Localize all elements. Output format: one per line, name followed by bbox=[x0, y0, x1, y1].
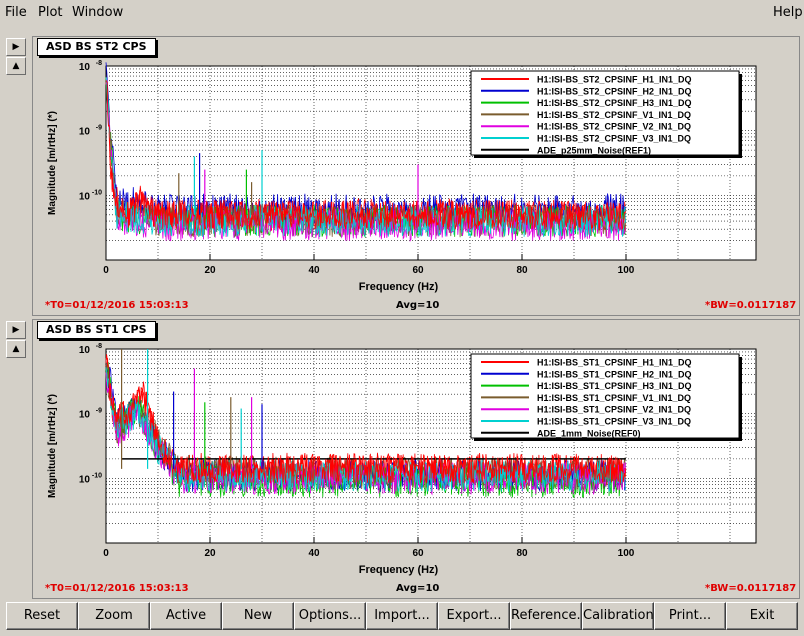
button-bar: Reset Zoom Active New Options... Import... Exp… bbox=[0, 602, 804, 632]
exit-button[interactable]: Exit bbox=[726, 602, 798, 630]
y-tick-label: 10 bbox=[79, 410, 91, 421]
y-axis-label: Magnitude [m/rtHz] (*) bbox=[47, 111, 58, 215]
x-tick-label: 20 bbox=[204, 548, 216, 559]
panel-2-title: ASD BS ST1 CPS bbox=[37, 321, 156, 339]
y-tick-label: 10 bbox=[79, 191, 91, 202]
panel-1-avg: Avg=10 bbox=[396, 300, 440, 311]
menu-file[interactable]: File bbox=[5, 5, 27, 20]
legend-entry: H1:ISI-BS_ST1_CPSINF_V2_IN1_DQ bbox=[537, 405, 691, 415]
x-tick-label: 0 bbox=[103, 548, 109, 559]
y-tick-exponent: -10 bbox=[92, 472, 102, 479]
zoom-button[interactable]: Zoom bbox=[78, 602, 150, 630]
legend-entry: H1:ISI-BS_ST1_CPSINF_H2_IN1_DQ bbox=[537, 369, 692, 379]
menu-window[interactable]: Window bbox=[72, 5, 123, 20]
print-button[interactable]: Print... bbox=[654, 602, 726, 630]
menu-help[interactable]: Help bbox=[773, 5, 803, 20]
collapse-panel-2-button[interactable]: ▲ bbox=[6, 340, 26, 358]
asd-st2-chart[interactable]: 0 20 40 60 80 10010 -1010 -910 -8Frequency (Hz)M… bbox=[33, 37, 799, 315]
legend-entry: H1:ISI-BS_ST1_CPSINF_V1_IN1_DQ bbox=[537, 393, 691, 403]
legend-entry: H1:ISI-BS_ST1_CPSINF_H3_IN1_DQ bbox=[537, 381, 692, 391]
menu-plot[interactable]: Plot bbox=[38, 5, 63, 20]
panel-1-title: ASD BS ST2 CPS bbox=[37, 38, 156, 56]
x-tick-label: 100 bbox=[618, 265, 635, 276]
panel-1-t0: *T0=01/12/2016 15:03:13 bbox=[45, 300, 189, 311]
x-tick-label: 80 bbox=[516, 265, 528, 276]
legend-entry: H1:ISI-BS_ST2_CPSINF_H2_IN1_DQ bbox=[537, 86, 692, 96]
menubar: File Plot Window Help bbox=[0, 0, 804, 26]
y-tick-exponent: -9 bbox=[96, 408, 102, 415]
panel-2-avg: Avg=10 bbox=[396, 583, 440, 594]
legend-entry: H1:ISI-BS_ST2_CPSINF_V2_IN1_DQ bbox=[537, 122, 691, 132]
export-button[interactable]: Export... bbox=[438, 602, 510, 630]
y-tick-label: 10 bbox=[79, 345, 91, 356]
legend-entry: H1:ISI-BS_ST2_CPSINF_V1_IN1_DQ bbox=[537, 110, 691, 120]
plot-panel-2: 0 20 40 60 80 100 10 -10 10 -9 10 -8 Frequency (Hz) M… bbox=[32, 319, 800, 599]
x-tick-label: 60 bbox=[412, 548, 424, 559]
y-tick-label: 10 bbox=[79, 474, 91, 485]
legend-entry: H1:ISI-BS_ST2_CPSINF_V3_IN1_DQ bbox=[537, 134, 691, 144]
x-axis-label: Frequency (Hz) bbox=[359, 564, 439, 576]
y-axis-label: Magnitude [m/rtHz] (*) bbox=[47, 394, 58, 498]
legend-entry: ADE_p25mm_Noise(REF1) bbox=[537, 145, 651, 155]
options-button[interactable]: Options... bbox=[294, 602, 366, 630]
legend-entry: H1:ISI-BS_ST2_CPSINF_H1_IN1_DQ bbox=[537, 75, 692, 85]
y-tick-label: 10 bbox=[79, 127, 91, 138]
reference-button[interactable]: Reference... bbox=[510, 602, 589, 630]
expand-panel-1-button[interactable]: ▶ bbox=[6, 38, 26, 56]
new-button[interactable]: New bbox=[222, 602, 294, 630]
x-tick-label: 40 bbox=[308, 265, 320, 276]
x-tick-label: 20 bbox=[204, 265, 216, 276]
calibration-button[interactable]: Calibration... bbox=[582, 602, 666, 630]
active-button[interactable]: Active bbox=[150, 602, 222, 630]
panel-1-bw: *BW=0.0117187 bbox=[705, 300, 797, 311]
y-tick-exponent: -8 bbox=[96, 343, 102, 350]
y-tick-exponent: -10 bbox=[92, 189, 102, 196]
y-tick-label: 10 bbox=[79, 62, 91, 73]
x-tick-label: 80 bbox=[516, 548, 528, 559]
panel-2-t0: *T0=01/12/2016 15:03:13 bbox=[45, 583, 189, 594]
collapse-panel-1-button[interactable]: ▲ bbox=[6, 57, 26, 75]
legend-entry: H1:ISI-BS_ST2_CPSINF_H3_IN1_DQ bbox=[537, 98, 692, 108]
legend-entry: H1:ISI-BS_ST1_CPSINF_H1_IN1_DQ bbox=[537, 358, 692, 368]
reset-button[interactable]: Reset bbox=[6, 602, 78, 630]
x-tick-label: 100 bbox=[618, 548, 635, 559]
y-tick-exponent: -8 bbox=[96, 60, 102, 67]
import-button[interactable]: Import... bbox=[366, 602, 438, 630]
x-tick-label: 0 bbox=[103, 265, 109, 276]
panel-2-bw: *BW=0.0117187 bbox=[705, 583, 797, 594]
x-tick-label: 40 bbox=[308, 548, 320, 559]
expand-panel-2-button[interactable]: ▶ bbox=[6, 321, 26, 339]
asd-st1-chart[interactable]: 0 20 40 60 80 10010 -1010 -910 -8Frequency (Hz)M… bbox=[33, 320, 799, 598]
legend-entry: ADE_1mm_Noise(REF0) bbox=[537, 428, 641, 438]
x-tick-label: 60 bbox=[412, 265, 424, 276]
legend-entry: H1:ISI-BS_ST1_CPSINF_V3_IN1_DQ bbox=[537, 417, 691, 427]
x-axis-label: Frequency (Hz) bbox=[359, 281, 439, 293]
y-tick-exponent: -9 bbox=[96, 125, 102, 132]
plot-panel-1: 0 20 40 60 80 100 10 -10 10 -9 10 -8 Frequency (Hz) M… bbox=[32, 36, 800, 316]
